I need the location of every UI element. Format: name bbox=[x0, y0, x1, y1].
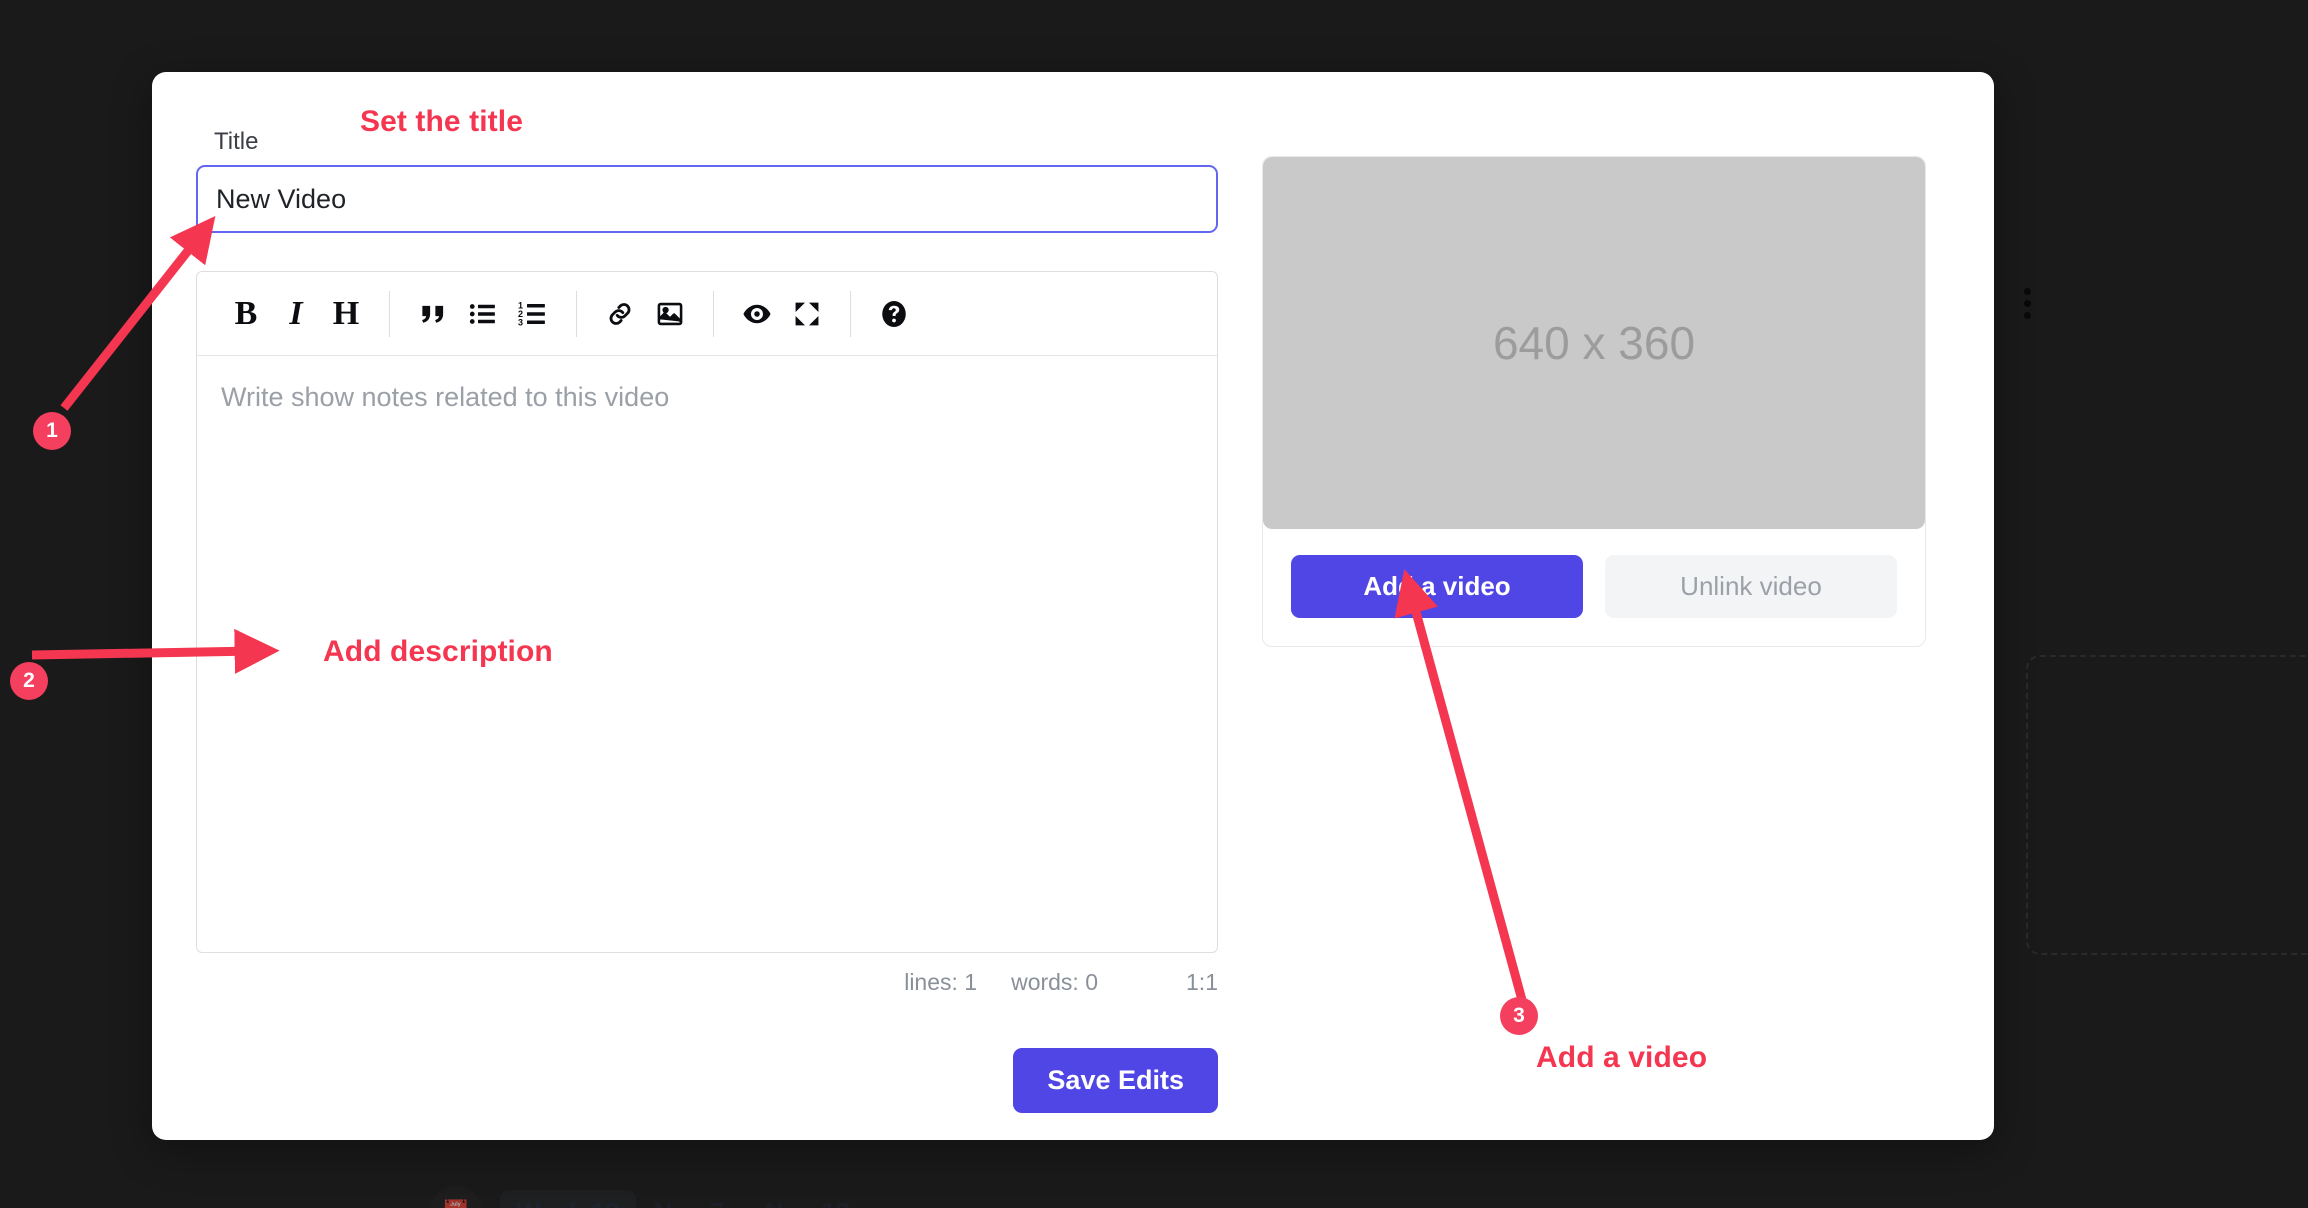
dot bbox=[2024, 300, 2031, 307]
fullscreen-button[interactable] bbox=[782, 289, 832, 339]
editor-toolbar: B I H 1 2 3 bbox=[197, 272, 1217, 356]
more-vertical-icon[interactable] bbox=[2024, 288, 2031, 319]
numbered-list-icon: 1 2 3 bbox=[518, 299, 548, 329]
bullet-list-icon bbox=[468, 299, 498, 329]
image-icon bbox=[656, 300, 684, 328]
preview-button[interactable] bbox=[732, 289, 782, 339]
edit-video-modal: Title B I H bbox=[152, 72, 1994, 1140]
calendar-icon: 📅 bbox=[430, 1186, 482, 1208]
cursor-position: 1:1 bbox=[1186, 969, 1218, 995]
annotation-label-3: Add a video bbox=[1536, 1041, 1708, 1074]
modal-body: Title B I H bbox=[152, 72, 1994, 1113]
editor-status-bar: lines: 1 words: 0 1:1 bbox=[196, 969, 1218, 996]
save-edits-button[interactable]: Save Edits bbox=[1013, 1048, 1218, 1113]
annotation-badge-2: 2 bbox=[10, 662, 48, 700]
markdown-editor: B I H 1 2 3 Write show notes related to … bbox=[196, 271, 1218, 953]
lines-count: lines: 1 bbox=[904, 969, 978, 995]
fullscreen-icon bbox=[793, 300, 821, 328]
quote-button[interactable] bbox=[408, 289, 458, 339]
heading-button[interactable]: H bbox=[321, 289, 371, 339]
ordered-list-button[interactable]: 1 2 3 bbox=[508, 289, 558, 339]
svg-text:3: 3 bbox=[518, 317, 523, 327]
screen-root: 📅 Week 13 Nov 7 — Nov 13 Title B I H bbox=[0, 0, 2308, 1208]
editor-counts: lines: 1 words: 0 bbox=[904, 969, 1098, 996]
toolbar-divider bbox=[389, 290, 390, 337]
toolbar-divider bbox=[576, 290, 577, 337]
link-button[interactable] bbox=[595, 289, 645, 339]
save-row: Save Edits bbox=[196, 1048, 1218, 1113]
annotation-label-1: Set the title bbox=[360, 105, 523, 138]
video-placeholder: 640 x 360 bbox=[1263, 157, 1925, 529]
background-dashed-placeholder bbox=[2026, 655, 2308, 955]
question-icon bbox=[879, 299, 909, 329]
video-panel: 640 x 360 Add a video Unlink video bbox=[1262, 156, 1926, 647]
italic-button[interactable]: I bbox=[271, 289, 321, 339]
words-count: words: 0 bbox=[1011, 969, 1099, 995]
right-column: 640 x 360 Add a video Unlink video bbox=[1262, 112, 1926, 1113]
unordered-list-button[interactable] bbox=[458, 289, 508, 339]
background-week-label: Week 13 bbox=[500, 1189, 636, 1208]
link-icon bbox=[606, 300, 634, 328]
eye-icon bbox=[742, 299, 772, 329]
quote-icon bbox=[418, 299, 448, 329]
title-input[interactable] bbox=[196, 165, 1218, 233]
background-week-bar: 📅 Week 13 Nov 7 — Nov 13 bbox=[430, 1186, 850, 1208]
video-actions: Add a video Unlink video bbox=[1263, 529, 1925, 646]
annotation-badge-1: 1 bbox=[33, 412, 71, 450]
left-column: Title B I H bbox=[196, 112, 1218, 1113]
toolbar-divider bbox=[850, 290, 851, 337]
background-date-range: Nov 7 — Nov 13 bbox=[654, 1197, 851, 1208]
image-button[interactable] bbox=[645, 289, 695, 339]
toolbar-divider bbox=[713, 290, 714, 337]
add-video-button[interactable]: Add a video bbox=[1291, 555, 1583, 618]
bold-button[interactable]: B bbox=[221, 289, 271, 339]
unlink-video-button[interactable]: Unlink video bbox=[1605, 555, 1897, 618]
annotation-badge-3: 3 bbox=[1500, 997, 1538, 1035]
help-button[interactable] bbox=[869, 289, 919, 339]
annotation-label-2: Add description bbox=[323, 635, 553, 668]
dot bbox=[2024, 288, 2031, 295]
dot bbox=[2024, 312, 2031, 319]
